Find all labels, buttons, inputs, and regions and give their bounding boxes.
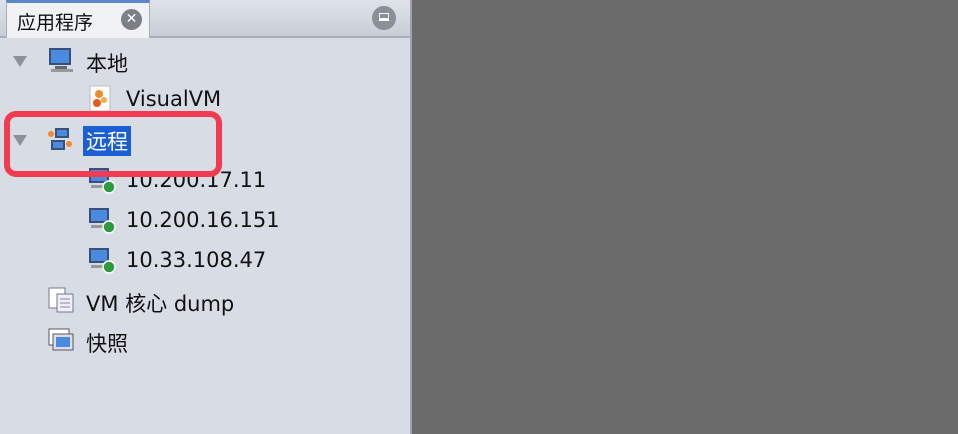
tree-item-host[interactable]: 10.33.108.47	[126, 248, 266, 272]
tab-label: 应用程序	[17, 12, 94, 34]
tree-item-core-dump[interactable]: VM 核心 dump	[86, 288, 234, 318]
tree-item-local[interactable]: 本地	[86, 48, 128, 78]
tab-bar: 应用程序 ✕	[0, 0, 410, 38]
tree-item-host[interactable]: 10.200.16.151	[126, 208, 280, 232]
tree-item-snapshots[interactable]: 快照	[86, 328, 128, 358]
tab-applications[interactable]: 应用程序 ✕	[6, 0, 150, 38]
snapshot-icon	[48, 328, 74, 351]
computer-icon	[49, 48, 73, 72]
core-dump-icon	[48, 287, 74, 313]
visualvm-icon	[89, 85, 111, 112]
applications-panel: 应用程序 ✕ 本地 VisualVM 远程 10.200.17.11 10.20…	[0, 0, 412, 434]
minimize-icon[interactable]	[372, 6, 396, 30]
workspace-area	[412, 0, 958, 434]
tree-item-visualvm[interactable]: VisualVM	[126, 87, 221, 111]
expand-local-icon[interactable]	[13, 56, 27, 67]
close-icon[interactable]: ✕	[121, 9, 142, 30]
remote-host-icon	[89, 248, 116, 274]
remote-host-icon	[89, 208, 116, 234]
highlight-box	[4, 111, 222, 177]
